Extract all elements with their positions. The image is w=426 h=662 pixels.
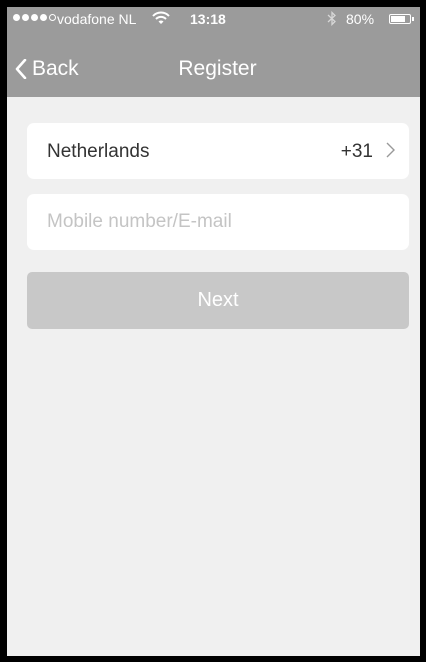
status-bar: vodafone NL 13:18 80% bbox=[7, 7, 420, 31]
phone-screen: vodafone NL 13:18 80% Back Register Neth… bbox=[7, 7, 420, 656]
mobile-or-email-input[interactable] bbox=[47, 194, 387, 250]
battery-percentage: 80% bbox=[346, 11, 375, 27]
carrier-name: vodafone NL bbox=[57, 11, 137, 27]
status-time: 13:18 bbox=[190, 11, 226, 27]
wifi-icon bbox=[152, 11, 170, 24]
bluetooth-icon bbox=[327, 11, 336, 26]
country-selector[interactable]: Netherlands +31 bbox=[27, 123, 409, 179]
battery-level bbox=[391, 16, 406, 22]
country-dial-code: +31 bbox=[340, 141, 373, 162]
navigation-bar: Back Register bbox=[7, 31, 420, 97]
battery-nub bbox=[412, 17, 414, 21]
chevron-right-icon bbox=[386, 142, 395, 158]
battery-icon bbox=[389, 14, 411, 24]
signal-dot bbox=[31, 14, 38, 21]
next-button[interactable]: Next bbox=[27, 272, 409, 329]
signal-dot bbox=[40, 14, 47, 21]
header: vodafone NL 13:18 80% Back Register bbox=[7, 7, 420, 97]
signal-strength-icon bbox=[13, 14, 56, 21]
page-title: Register bbox=[178, 57, 257, 80]
identifier-field-container bbox=[27, 194, 409, 250]
signal-dot bbox=[22, 14, 29, 21]
signal-dot bbox=[49, 14, 56, 21]
country-name: Netherlands bbox=[47, 141, 150, 162]
signal-dot bbox=[13, 14, 20, 21]
